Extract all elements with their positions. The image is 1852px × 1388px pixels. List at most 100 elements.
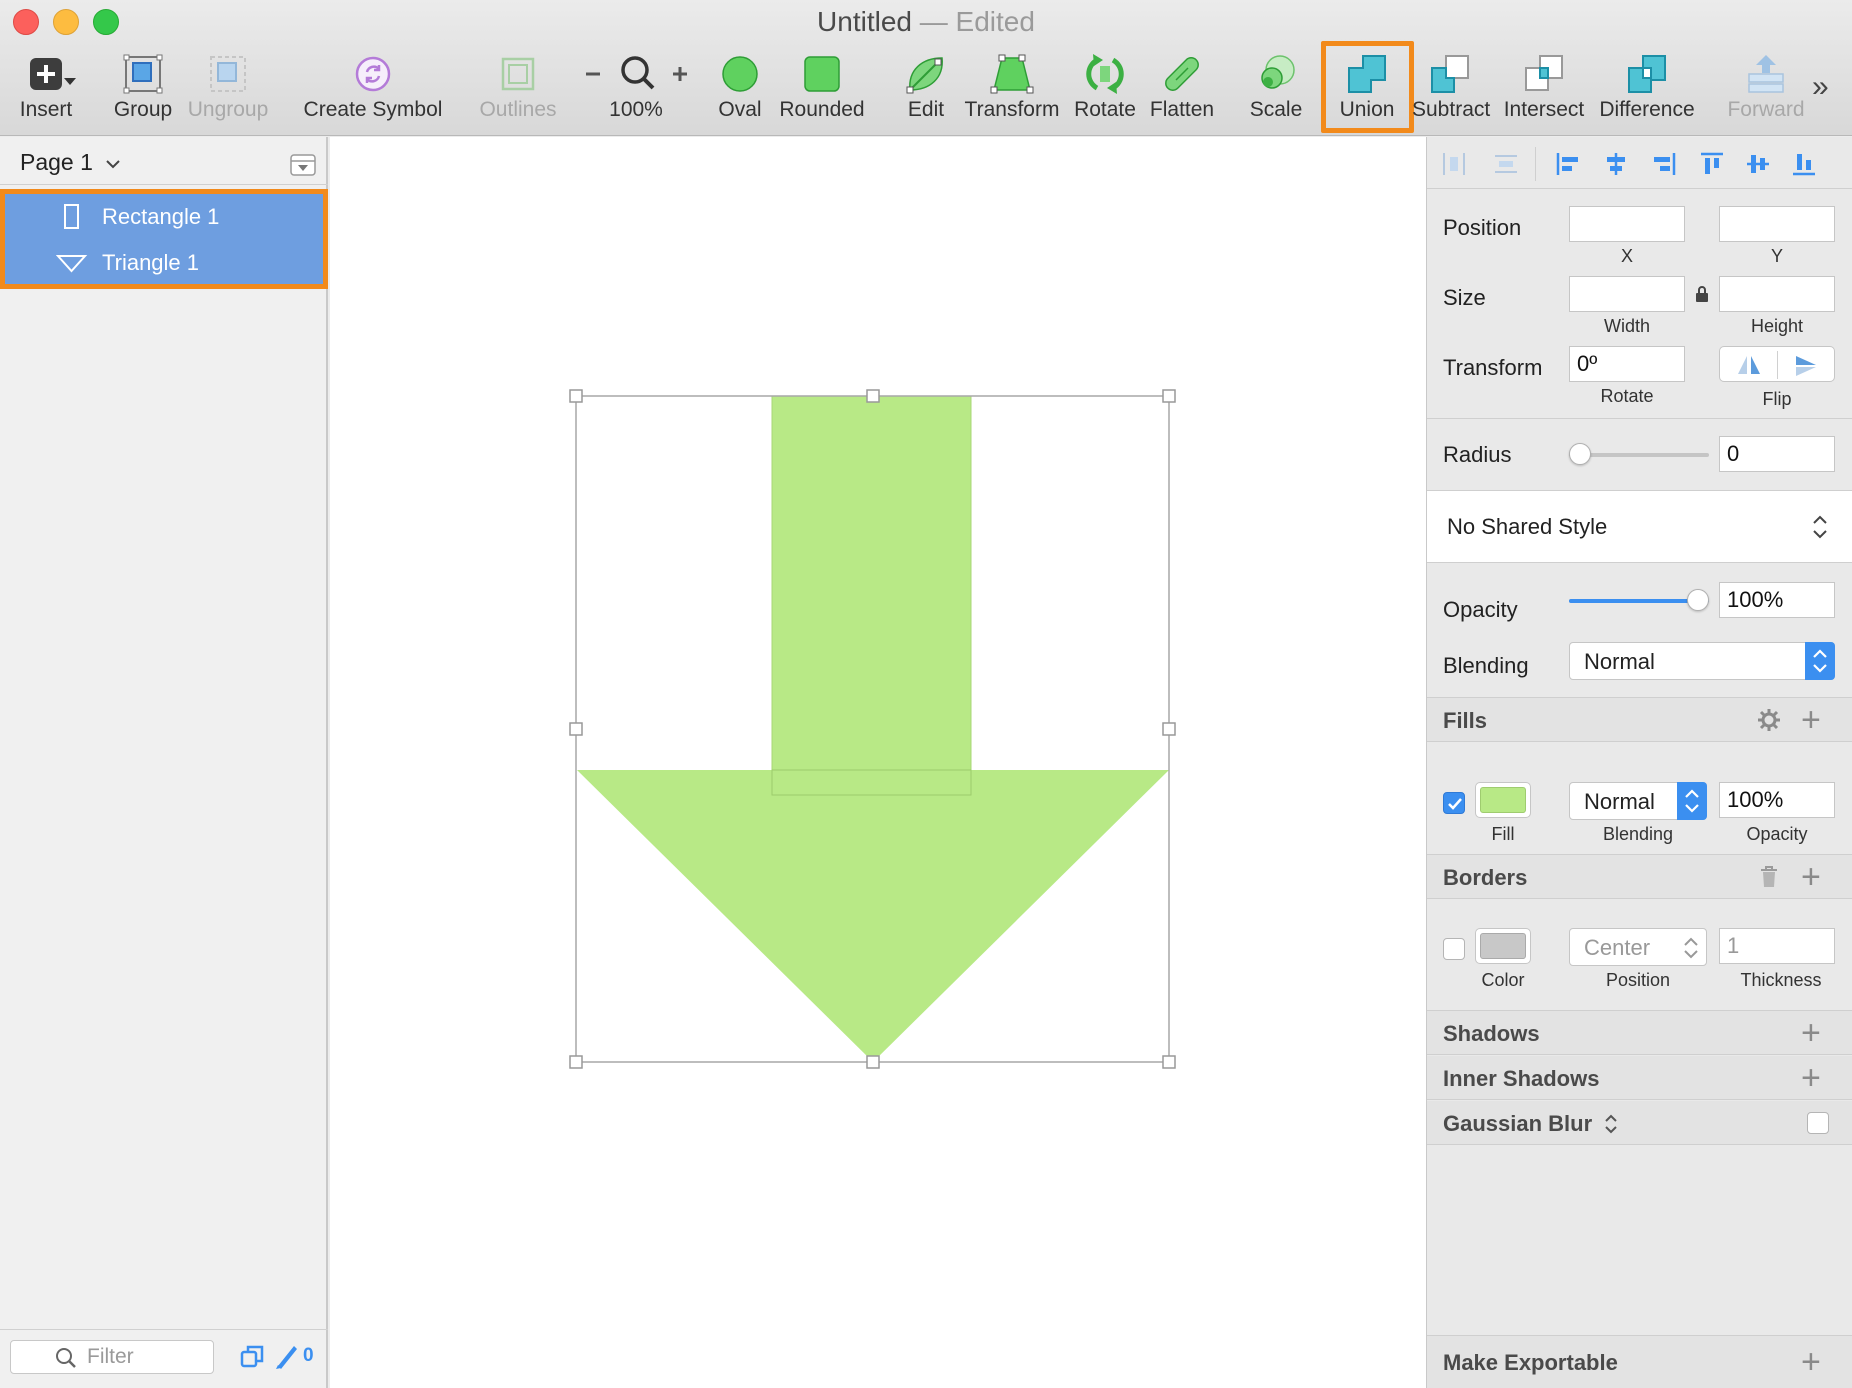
outlines-button[interactable]: Outlines (476, 46, 560, 132)
rounded-rect-icon (804, 56, 840, 92)
create-symbol-button[interactable]: Create Symbol (302, 46, 444, 132)
y-caption: Y (1770, 246, 1783, 266)
transform-button[interactable]: Transform (962, 46, 1062, 132)
divider (0, 1329, 328, 1330)
difference-button[interactable]: Difference (1596, 46, 1698, 132)
add-fill-button[interactable]: + (1801, 703, 1821, 737)
edit-button[interactable]: Edit (896, 46, 956, 132)
shared-style-selector[interactable]: No Shared Style (1427, 491, 1852, 563)
edited-layers-icon[interactable] (274, 1342, 298, 1370)
align-left-icon[interactable] (1555, 151, 1581, 177)
chevron-updown-icon (1813, 515, 1827, 539)
flip-caption: Flip (1762, 389, 1792, 409)
rotate-button[interactable]: Rotate (1072, 46, 1138, 132)
align-center-icon[interactable] (1603, 151, 1629, 177)
intersect-button[interactable]: Intersect (1500, 46, 1588, 132)
add-border-button[interactable]: + (1801, 860, 1821, 894)
border-position-select[interactable]: Center (1569, 928, 1707, 966)
toolbar-overflow-button[interactable]: » (1812, 70, 1829, 104)
filter-input[interactable]: Filter (10, 1340, 214, 1374)
fill-blending-select[interactable]: Normal (1569, 782, 1707, 820)
width-input[interactable] (1569, 276, 1685, 312)
resize-handle-top-right[interactable] (1162, 389, 1176, 403)
gear-icon[interactable] (1757, 708, 1781, 732)
group-button[interactable]: Group (107, 46, 179, 132)
page-selector[interactable]: Page 1 (20, 149, 121, 176)
symbols-filter-icon[interactable] (240, 1344, 266, 1370)
inner-shadows-header[interactable]: Inner Shadows + (1427, 1056, 1852, 1100)
align-bottom-icon[interactable] (1791, 151, 1817, 177)
position-y-input[interactable] (1719, 206, 1835, 242)
opacity-input[interactable]: 100% (1719, 582, 1835, 618)
height-input[interactable] (1719, 276, 1835, 312)
align-top-icon[interactable] (1699, 151, 1725, 177)
collapse-pages-icon[interactable] (290, 154, 316, 176)
gaussian-blur-header[interactable]: Gaussian Blur (1427, 1101, 1852, 1145)
rotate-label: Rotate (1074, 98, 1136, 121)
layer-triangle-1[interactable]: Triangle 1 (5, 240, 323, 286)
outlines-icon (501, 57, 535, 91)
rotate-input[interactable]: 0º (1569, 346, 1685, 382)
divider (1427, 418, 1852, 419)
window-title: Untitled — Edited (0, 6, 1852, 38)
radius-slider-knob[interactable] (1569, 443, 1591, 465)
fill-enabled-checkbox[interactable] (1443, 792, 1465, 814)
forward-button[interactable]: Forward (1722, 46, 1810, 132)
flatten-button[interactable]: Flatten (1146, 46, 1218, 132)
subtract-label: Subtract (1412, 98, 1491, 121)
inspector-panel: Position X Y Size Width Height Transform… (1426, 137, 1852, 1388)
border-color-swatch (1480, 933, 1526, 959)
chevron-updown-icon[interactable] (1603, 1111, 1619, 1137)
add-export-button[interactable]: + (1801, 1345, 1821, 1379)
insert-button[interactable]: Insert (10, 46, 82, 132)
position-x-input[interactable] (1569, 206, 1685, 242)
triangle-1-shape[interactable] (577, 770, 1169, 1062)
radius-label: Radius (1443, 442, 1512, 467)
radius-input[interactable]: 0 (1719, 436, 1835, 472)
resize-handle-top-left[interactable] (569, 389, 583, 403)
fill-caption: Fill (1491, 824, 1515, 844)
make-exportable-bar[interactable]: Make Exportable + (1427, 1335, 1852, 1388)
rounded-button[interactable]: Rounded (776, 46, 868, 132)
insert-icon (30, 58, 62, 90)
trash-icon[interactable] (1759, 865, 1779, 889)
resize-handle-bottom[interactable] (866, 1055, 880, 1069)
fill-color-well[interactable] (1475, 782, 1531, 818)
align-right-icon[interactable] (1651, 151, 1677, 177)
flip-horizontal-icon[interactable] (1736, 354, 1762, 376)
border-enabled-checkbox[interactable] (1443, 938, 1465, 960)
border-thickness-input[interactable]: 1 (1719, 928, 1835, 964)
lock-icon[interactable] (1695, 285, 1709, 303)
oval-button[interactable]: Oval (710, 46, 770, 132)
search-icon (56, 1348, 76, 1368)
border-color-well[interactable] (1475, 928, 1531, 964)
canvas[interactable] (330, 137, 1426, 1388)
resize-handle-right[interactable] (1162, 722, 1176, 736)
subtract-button[interactable]: Subtract (1412, 46, 1491, 132)
document-status: Edited (955, 6, 1035, 37)
resize-handle-left[interactable] (569, 722, 583, 736)
fill-opacity-input[interactable]: 100% (1719, 782, 1835, 818)
gaussian-blur-checkbox[interactable] (1807, 1112, 1829, 1134)
zoom-control[interactable]: 100% (578, 46, 694, 132)
resize-handle-bottom-right[interactable] (1162, 1055, 1176, 1069)
align-middle-icon[interactable] (1745, 151, 1771, 177)
opacity-slider-knob[interactable] (1687, 589, 1709, 611)
distribute-horizontal-icon[interactable] (1441, 151, 1467, 177)
transform-icon (990, 54, 1034, 94)
forward-label: Forward (1727, 98, 1805, 121)
rectangle-1-shape[interactable] (771, 395, 972, 796)
resize-handle-top[interactable] (866, 389, 880, 403)
scale-button[interactable]: Scale (1242, 46, 1310, 132)
add-inner-shadow-button[interactable]: + (1801, 1061, 1821, 1095)
ungroup-button[interactable]: Ungroup (185, 46, 271, 132)
flip-vertical-icon[interactable] (1794, 354, 1818, 378)
fills-title: Fills (1443, 708, 1488, 733)
resize-handle-bottom-left[interactable] (569, 1055, 583, 1069)
document-name: Untitled (817, 6, 912, 37)
distribute-vertical-icon[interactable] (1493, 151, 1519, 177)
blending-select[interactable]: Normal (1569, 642, 1835, 680)
layer-rectangle-1[interactable]: Rectangle 1 (5, 194, 323, 240)
add-shadow-button[interactable]: + (1801, 1016, 1821, 1050)
shadows-header[interactable]: Shadows + (1427, 1011, 1852, 1055)
